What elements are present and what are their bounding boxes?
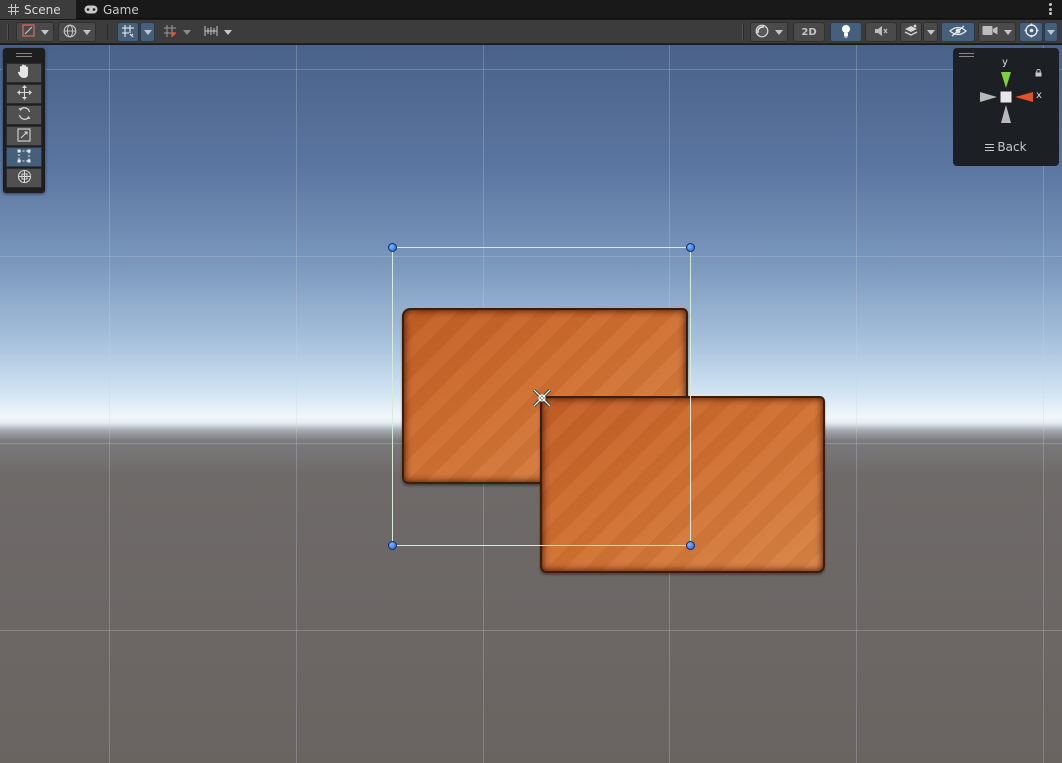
view-mode-button[interactable]: Back [953,140,1059,154]
audio-mute-icon [874,25,888,40]
view-mode-label: Back [997,140,1027,154]
visibility-toggle[interactable] [941,22,975,42]
rotate-icon [17,106,32,125]
grid-snapping-toggle[interactable] [117,22,139,42]
pivot-move-icon[interactable] [530,386,554,410]
gamepad-icon [84,5,98,14]
gizmos-toggle[interactable] [1019,22,1043,42]
scale-icon [17,127,31,146]
chevron-down-icon [224,29,232,35]
menu-icon [985,143,995,151]
draw-mode-icon [21,24,35,40]
chevron-down-icon [40,29,49,35]
move-arrows-icon [16,84,32,104]
chevron-down-icon [926,29,935,35]
scale-tool-button[interactable] [6,126,42,146]
grid-line [0,630,1062,631]
rotate-tool-button[interactable] [6,105,42,125]
increment-snap-icon [163,24,177,41]
2d-toggle-label: 2D [801,26,817,38]
effects-dropdown[interactable] [923,22,938,42]
scene-grid-icon [8,4,19,15]
tab-game[interactable]: Game [76,0,142,19]
gizmos-dropdown[interactable] [1044,22,1058,42]
shading-sphere-icon [755,24,769,41]
effects-layers-icon [904,24,918,40]
grid-snap-icon [121,24,135,41]
effects-toggle[interactable] [900,22,922,42]
lighting-toggle[interactable] [830,22,862,42]
increment-snap-dropdown[interactable] [159,22,195,42]
chevron-down-icon [143,29,152,35]
rect-corner-handle[interactable] [686,243,695,252]
gizmo-icon [1024,23,1039,41]
camera-dropdown[interactable] [978,22,1016,42]
orientation-gizmo: y x Back [953,48,1059,166]
globe-icon [63,24,77,41]
scene-toolbar: 2D [0,20,1062,44]
hand-tool-button[interactable] [6,63,42,83]
draw-mode-dropdown[interactable] [16,22,54,42]
audio-toggle[interactable] [865,22,897,42]
transform-tool-button[interactable] [6,168,42,188]
move-tool-button[interactable] [6,84,42,104]
hand-icon [17,64,31,83]
more-options-icon[interactable] [1046,2,1054,16]
chevron-down-icon [183,29,191,35]
shading-mode-dropdown[interactable] [750,22,788,42]
chevron-down-icon [775,29,783,35]
grid-line [109,45,110,763]
tab-game-label: Game [103,2,139,17]
toolbar-grip [7,24,9,40]
grid-line [296,45,297,763]
ruler-dropdown[interactable] [199,22,237,42]
grid-line [856,45,857,763]
chevron-down-icon [1047,29,1055,35]
axis-cones-icon[interactable] [953,48,1059,138]
global-local-dropdown[interactable] [58,22,96,42]
ruler-icon [204,25,218,40]
toolbar-grip [742,24,744,40]
tab-scene-label: Scene [24,2,61,17]
light-bulb-icon [841,24,851,41]
grid-line [0,69,1062,70]
tab-bar: Scene Game [0,0,1062,19]
chevron-down-icon [1004,29,1012,35]
toolbar-separator [107,24,108,40]
rect-transform-icon [17,148,31,167]
2d-toggle-button[interactable]: 2D [793,22,825,42]
camera-icon [982,25,998,39]
chevron-down-icon [83,29,91,35]
transform-icon [17,169,32,188]
overlay-drag-handle[interactable] [6,51,42,59]
rect-corner-handle[interactable] [388,541,397,550]
grid-snapping-dropdown[interactable] [140,22,155,42]
unity-scene-window: Scene Game 2D y x Back [0,0,1062,763]
rect-corner-handle[interactable] [686,541,695,550]
hidden-eye-icon [949,24,967,40]
tools-overlay [3,48,45,193]
tab-scene[interactable]: Scene [0,0,76,19]
rect-corner-handle[interactable] [388,243,397,252]
rect-tool-button[interactable] [6,147,42,167]
